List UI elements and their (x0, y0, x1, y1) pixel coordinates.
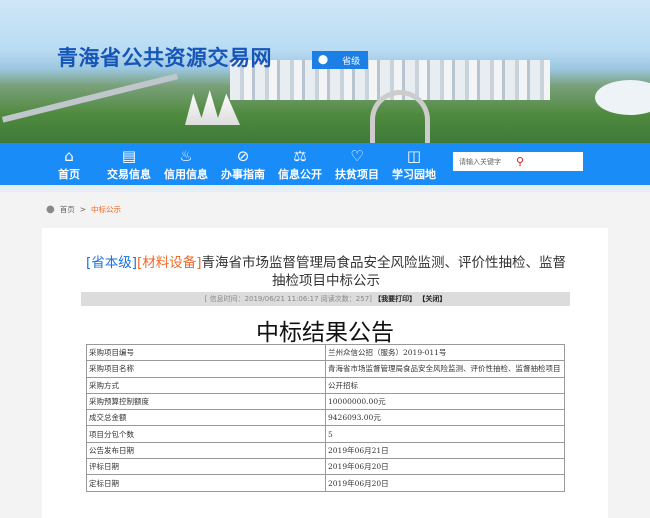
level-button[interactable]: ⬤ 省级 (312, 51, 368, 69)
table-row: 采购预算控制额度 10000000.00元 (86, 392, 565, 411)
cell-value: 9426093.00元 (325, 409, 565, 427)
nav-item-disclosure[interactable]: ⚖ 信息公开 (278, 146, 322, 182)
close-button[interactable]: 【关闭】 (418, 295, 446, 303)
nav-item-guide[interactable]: ⊘ 办事指南 (221, 146, 265, 182)
nav-label: 扶贫项目 (335, 168, 379, 181)
table-row: 评标日期 2019年06月20日 (86, 458, 565, 476)
nav-item-learning[interactable]: ◫ 学习园地 (392, 146, 436, 182)
cell-value: 青海省市场监督管理局食品安全风险监测、评价性抽检、监督抽检项目 (325, 360, 565, 378)
article-title: [省本级][材料设备]青海省市场监督管理局食品安全风险监测、评价性抽检、监督抽检… (80, 254, 572, 290)
nav-underline (0, 185, 650, 192)
nav-label: 学习园地 (392, 168, 436, 181)
nav-label: 交易信息 (107, 168, 151, 181)
result-table: 采购项目编号 兰州众信公招（服务）2019-011号 采购项目名称 青海省市场监督管理… (86, 343, 565, 492)
cell-label: 采购项目名称 (86, 360, 326, 378)
cell-value: 兰州众信公招（服务）2019-011号 (325, 343, 565, 362)
cell-value: 2019年06月20日 (325, 458, 565, 476)
breadcrumb-current[interactable]: 中标公示 (91, 204, 121, 215)
nav-label: 首页 (58, 168, 80, 181)
table-row: 公告发布日期 2019年06月21日 (86, 441, 565, 460)
cell-label: 评标日期 (86, 458, 326, 476)
table-row: 采购方式 公开招标 (86, 376, 565, 394)
breadcrumb: ● 首页 > 中标公示 (46, 204, 121, 215)
compass-icon: ⊘ (236, 147, 250, 165)
banner-road-image (1, 73, 179, 123)
search-icon[interactable]: ⚲ (516, 155, 583, 168)
category-tag[interactable]: [材料设备] (137, 255, 202, 271)
breadcrumb-home[interactable]: 首页 (60, 204, 75, 215)
cell-label: 项目分包个数 (86, 425, 326, 443)
cell-value: 2019年06月21日 (325, 441, 565, 460)
article-meta: [ 信息时间：2019/06/21 11:06:17 阅读次数：257] (204, 295, 372, 303)
nav-item-credit-info[interactable]: ♨ 信用信息 (164, 146, 208, 182)
cell-label: 采购方式 (86, 376, 326, 394)
nav-label: 信息公开 (278, 168, 322, 181)
cell-label: 公告发布日期 (86, 441, 326, 460)
table-row: 项目分包个数 5 (86, 425, 565, 443)
level-label: 省级 (342, 56, 361, 67)
book-icon: ◫ (406, 147, 422, 165)
heart-hands-icon: ♡ (350, 147, 364, 165)
document-icon: ▤ (121, 147, 137, 165)
notice-heading: 中标结果公告 (256, 320, 394, 346)
location-pin-icon: ● (46, 204, 55, 215)
hand-heart-icon: ♨ (179, 147, 193, 165)
banner-stadium-image (595, 80, 650, 115)
table-row: 采购项目编号 兰州众信公招（服务）2019-011号 (86, 343, 565, 362)
cell-value: 2019年06月20日 (325, 474, 565, 492)
cell-value: 10000000.00元 (325, 392, 565, 411)
cell-value: 公开招标 (325, 376, 565, 394)
print-button[interactable]: 【我要打印】 (374, 295, 416, 303)
nav-item-home[interactable]: ⌂ 首页 (58, 146, 80, 182)
region-tag[interactable]: [省本级] (86, 255, 137, 271)
table-row: 定标日期 2019年06月20日 (86, 474, 565, 492)
table-row: 成交总金额 9426093.00元 (86, 409, 565, 427)
cell-label: 成交总金额 (86, 409, 326, 427)
search-box[interactable]: 请输入关键字 ⚲ (453, 152, 583, 171)
breadcrumb-separator: > (79, 205, 87, 214)
title-text: 青海省市场监督管理局食品安全风险监测、评价性抽检、监督抽检项目中标公示 (201, 255, 567, 289)
banner-bridge-image (370, 90, 430, 143)
cell-label: 采购项目编号 (86, 343, 326, 362)
article-info-bar: [ 信息时间：2019/06/21 11:06:17 阅读次数：257] 【我要… (81, 292, 570, 306)
cell-label: 定标日期 (86, 474, 326, 492)
location-pin-icon: ⬤ (318, 55, 329, 65)
nav-label: 信用信息 (164, 168, 208, 181)
nav-label: 办事指南 (221, 168, 265, 181)
site-title[interactable]: 青海省公共资源交易网 (57, 42, 272, 72)
table-row: 采购项目名称 青海省市场监督管理局食品安全风险监测、评价性抽检、监督抽检项目 (86, 360, 565, 378)
nav-item-poverty[interactable]: ♡ 扶贫项目 (335, 146, 379, 182)
cell-value: 5 (325, 425, 565, 443)
scale-icon: ⚖ (293, 147, 307, 165)
home-icon: ⌂ (64, 147, 74, 165)
cell-label: 采购预算控制额度 (86, 392, 326, 411)
nav-item-trade-info[interactable]: ▤ 交易信息 (107, 146, 151, 182)
search-input[interactable]: 请输入关键字 (459, 157, 516, 167)
